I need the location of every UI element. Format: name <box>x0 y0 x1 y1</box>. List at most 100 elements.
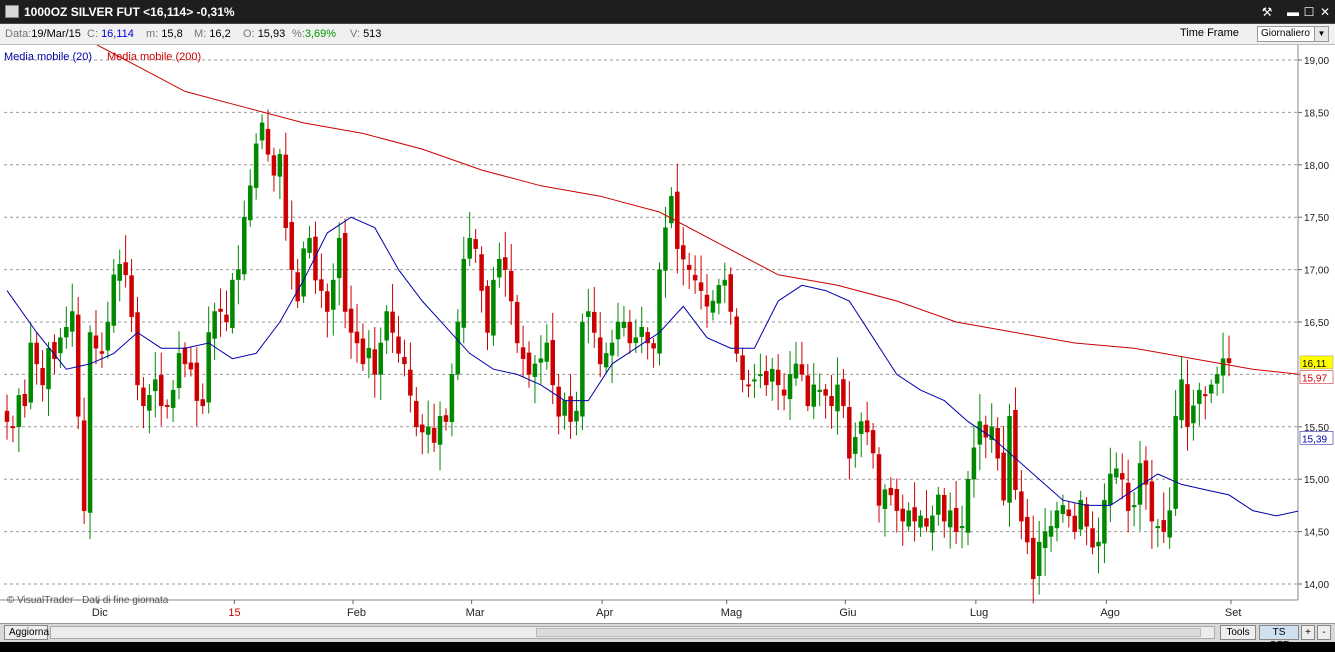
candle-body <box>158 374 164 407</box>
candle-body <box>414 400 419 428</box>
candle-body <box>959 526 965 529</box>
candle-body <box>289 222 294 270</box>
candle-body <box>366 347 372 359</box>
candle-body <box>947 510 953 528</box>
y-tick-label: 17,50 <box>1304 213 1329 224</box>
candle-body <box>372 349 378 375</box>
candle-body <box>781 389 787 396</box>
candle-body <box>603 353 609 368</box>
candle-body <box>1108 473 1113 505</box>
candle-body <box>176 353 182 389</box>
candle-body <box>22 393 28 407</box>
x-tick-label: Feb <box>347 607 366 619</box>
candle-body <box>508 270 514 302</box>
candle-body <box>111 274 117 326</box>
x-tick-label: Giu <box>839 607 856 619</box>
candle-body <box>1226 358 1232 364</box>
scrollbar-thumb[interactable] <box>536 628 1201 637</box>
x-tick-label: Set <box>1225 607 1242 619</box>
chart-area[interactable]: 19,0018,5018,0017,5017,0016,5016,0015,50… <box>0 45 1335 623</box>
candle-body <box>331 279 336 310</box>
candle-body <box>686 264 692 270</box>
candle-body <box>461 258 467 328</box>
minimize-icon[interactable]: ▬ <box>1285 4 1301 20</box>
candle-body <box>123 262 128 276</box>
zoom-in-button[interactable]: + <box>1301 625 1315 640</box>
candle-body <box>479 254 484 291</box>
candle-body <box>835 384 840 412</box>
last-value-label: 15,39 <box>1302 434 1327 445</box>
candle-body <box>1167 510 1172 538</box>
candle-body <box>1001 452 1006 501</box>
bottom-bar: Aggiorna Tools TS OFF + - <box>0 623 1335 651</box>
candle-body <box>212 311 217 339</box>
candle-body <box>1220 358 1226 376</box>
candle-body <box>319 279 324 291</box>
candle-body <box>918 515 923 528</box>
ts-off-button[interactable]: TS OFF <box>1259 625 1299 651</box>
zoom-out-button[interactable]: - <box>1317 625 1331 640</box>
close-icon[interactable]: ✕ <box>1317 4 1333 20</box>
candle-body <box>1084 504 1089 527</box>
candle-body <box>740 355 745 380</box>
candle-body <box>615 321 621 340</box>
candle-body <box>1185 384 1190 428</box>
candle-body <box>348 308 354 333</box>
candle-body <box>503 257 508 270</box>
candle-body <box>129 275 134 318</box>
y-tick-label: 14,50 <box>1304 528 1329 539</box>
candle-body <box>135 312 140 386</box>
candle-body <box>16 395 22 427</box>
pct-info: %:3,69% <box>292 28 337 40</box>
candle-body <box>194 362 200 401</box>
candle-body <box>864 420 870 433</box>
candle-body <box>930 515 935 533</box>
candle-body <box>1066 509 1072 517</box>
candle-body <box>1090 528 1095 548</box>
candle-body <box>823 389 828 396</box>
candle-body <box>396 336 401 354</box>
tools-button[interactable]: Tools <box>1220 625 1256 640</box>
candle-body <box>586 311 591 317</box>
candle-body <box>514 301 520 344</box>
candle-body <box>230 279 235 329</box>
candle-body <box>526 352 532 375</box>
candle-body <box>775 369 781 386</box>
title-bar: 1000OZ SILVER FUT <16,114> -0,31% ⚒ ▬ ☐ … <box>0 0 1335 24</box>
candle-body <box>633 337 639 343</box>
x-tick-label: Dic <box>92 607 108 619</box>
candle-body <box>1173 416 1178 509</box>
x-tick-label: Mar <box>466 607 485 619</box>
tools-icon[interactable]: ⚒ <box>1259 4 1275 20</box>
candle-body <box>1197 389 1202 404</box>
candle-body <box>1155 526 1161 529</box>
window-title: 1000OZ SILVER FUT <16,114> -0,31% <box>24 5 235 19</box>
date-info: Data:19/Mar/15 <box>5 28 81 40</box>
x-tick-label: Apr <box>596 607 613 619</box>
chevron-down-icon[interactable]: ▼ <box>1314 27 1328 41</box>
candle-body <box>1013 409 1018 490</box>
candle-body <box>769 368 775 382</box>
candle-body <box>621 321 627 328</box>
horizontal-scrollbar[interactable] <box>50 626 1215 639</box>
candle-body <box>580 321 585 417</box>
candle-body <box>141 387 146 407</box>
candle-body <box>924 518 929 527</box>
timeframe-select[interactable]: Giornaliero ▼ <box>1257 26 1329 42</box>
candle-body <box>532 363 538 377</box>
candle-body <box>752 379 757 382</box>
candle-body <box>811 384 817 407</box>
candle-body <box>236 269 241 280</box>
candle-body <box>87 332 93 513</box>
y-tick-label: 14,00 <box>1304 580 1329 591</box>
candle-body <box>942 494 947 522</box>
candle-body <box>283 154 289 228</box>
candle-body <box>787 374 793 400</box>
refresh-button[interactable]: Aggiorna <box>4 625 49 640</box>
maximize-icon[interactable]: ☐ <box>1301 4 1317 20</box>
candlestick-chart[interactable]: 19,0018,5018,0017,5017,0016,5016,0015,50… <box>0 45 1335 623</box>
candle-body <box>153 379 158 392</box>
candle-body <box>425 426 431 435</box>
close-info: C: 16,114 <box>87 28 134 40</box>
candle-body <box>1030 537 1036 580</box>
